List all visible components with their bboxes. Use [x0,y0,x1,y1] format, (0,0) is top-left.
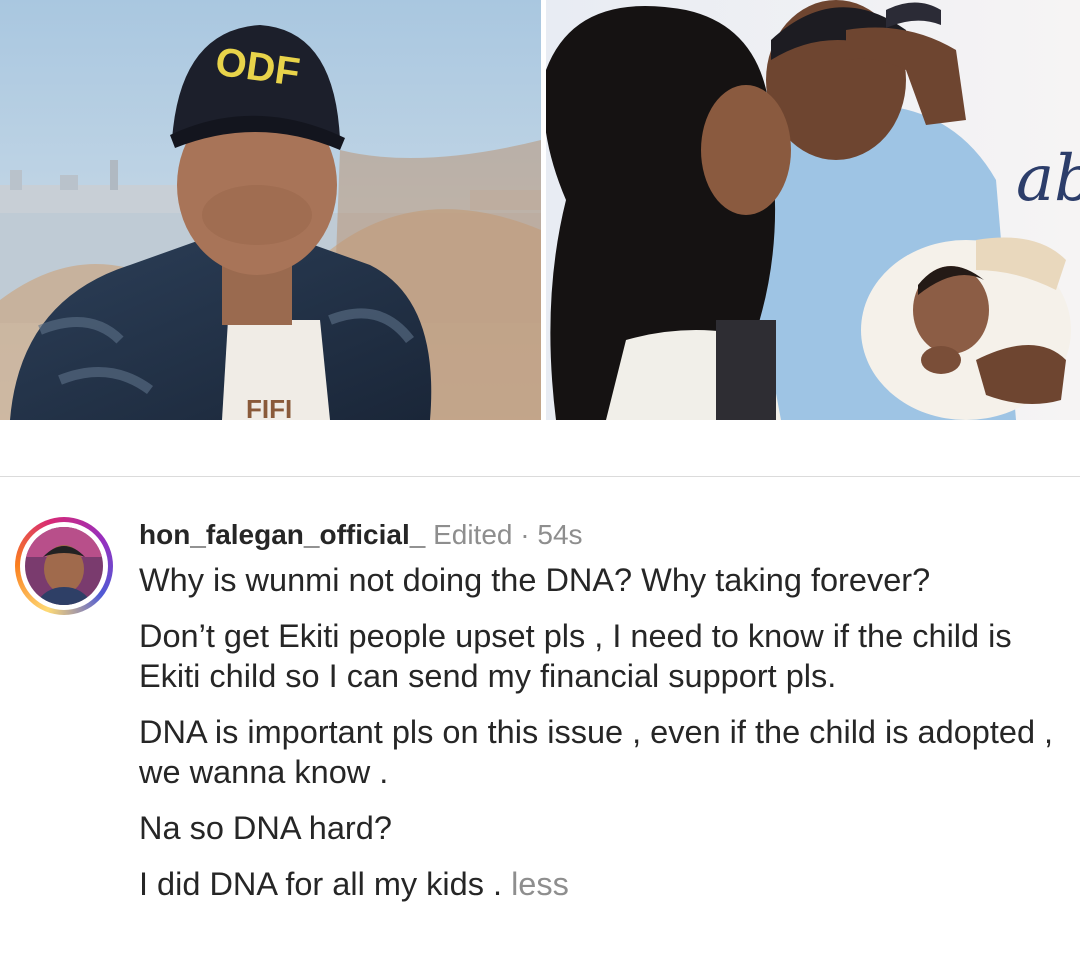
shirt-print-text: FIFI [246,394,292,420]
comment-meta: hon_falegan_official_ Edited · 54s [139,516,1059,554]
avatar-image [25,527,103,605]
avatar-story-ring[interactable] [15,517,113,615]
backdrop-text: aby [1016,142,1080,216]
section-divider [0,476,1080,477]
comment-paragraph: Why is wunmi not doing the DNA? Why taki… [139,562,931,598]
avatar[interactable] [25,527,103,605]
comment-paragraph: Na so DNA hard? [139,810,392,846]
comment-timestamp[interactable]: 54s [537,519,582,550]
comment-body: hon_falegan_official_ Edited · 54s Why i… [139,516,1059,904]
comment-paragraph: Don’t get Ekiti people upset pls , I nee… [139,618,1012,694]
man-in-cap-photo: FIFI ODF [0,0,541,420]
comment-last-text: I did DNA for all my kids . [139,866,503,902]
edited-label: Edited [433,519,513,550]
post-photo-collage: FIFI ODF aby [0,0,1080,420]
comment-paragraph: DNA is important pls on this issue , eve… [139,714,1054,790]
less-link[interactable]: less [511,866,569,902]
meta-separator: · [520,519,530,550]
post-photo-right[interactable]: aby [546,0,1080,420]
comment-paragraph-last: I did DNA for all my kids . less [139,864,1059,904]
post-photo-left[interactable]: FIFI ODF [0,0,541,420]
couple-with-baby-photo: aby [546,0,1080,420]
username-link[interactable]: hon_falegan_official_ [139,519,425,550]
